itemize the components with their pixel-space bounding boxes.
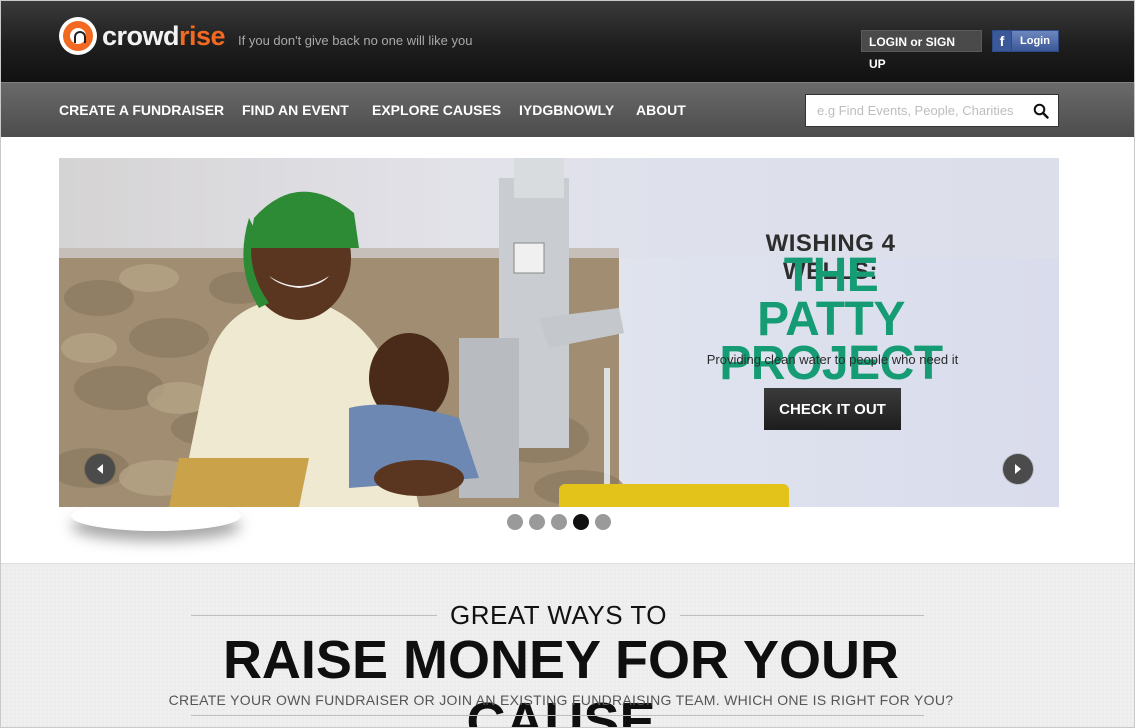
check-it-out-button[interactable]: CHECK IT OUT — [764, 388, 901, 430]
nav-iydgbnowly[interactable]: IYDGBNOWLY — [519, 102, 614, 118]
facebook-login-button[interactable]: f Login — [992, 30, 1059, 52]
slide-dot-1[interactable] — [507, 514, 523, 530]
nav-find-event[interactable]: FIND AN EVENT — [242, 102, 349, 118]
crowdrise-logo[interactable]: crowdrise — [59, 17, 226, 55]
search-input[interactable] — [806, 95, 1037, 126]
section-subline: CREATE YOUR OWN FUNDRAISER OR JOIN AN EX… — [168, 692, 954, 708]
facebook-icon: f — [993, 31, 1012, 51]
chevron-left-icon — [97, 464, 103, 474]
search-icon[interactable] — [1033, 103, 1049, 119]
nav-about[interactable]: ABOUT — [636, 102, 686, 118]
login-signup-button[interactable]: LOGIN or SIGN UP — [861, 30, 982, 71]
divider-bottom — [191, 715, 924, 716]
slide-dot-5[interactable] — [595, 514, 611, 530]
tagline: If you don't give back no one will like … — [238, 33, 473, 48]
section-headline: RAISE MONEY FOR YOUR CAUSE — [222, 630, 900, 728]
divider-left — [191, 615, 437, 616]
hero-subtitle: Providing clean water to people who need… — [706, 352, 959, 367]
nav-explore-causes[interactable]: EXPLORE CAUSES — [372, 102, 501, 118]
divider-right — [680, 615, 924, 616]
prev-slide-button[interactable] — [85, 454, 115, 484]
page: crowdrise If you don't give back no one … — [0, 0, 1135, 728]
main-nav: CREATE A FUNDRAISER FIND AN EVENT EXPLOR… — [1, 82, 1134, 137]
slide-dot-2[interactable] — [529, 514, 545, 530]
top-header: crowdrise If you don't give back no one … — [1, 1, 1134, 82]
slide-indicators — [507, 514, 611, 530]
nav-create-fundraiser[interactable]: CREATE A FUNDRAISER — [59, 102, 224, 118]
logo-mark-icon — [59, 17, 97, 55]
facebook-login-label: Login — [1020, 35, 1050, 47]
next-slide-button[interactable] — [1003, 454, 1033, 484]
chevron-right-icon — [1015, 464, 1021, 474]
search-box — [805, 94, 1059, 127]
slide-dot-4[interactable] — [573, 514, 589, 530]
section-kicker: GREAT WAYS TO — [450, 600, 667, 630]
slide-dot-3[interactable] — [551, 514, 567, 530]
logo-wordmark: crowdrise — [102, 21, 226, 51]
